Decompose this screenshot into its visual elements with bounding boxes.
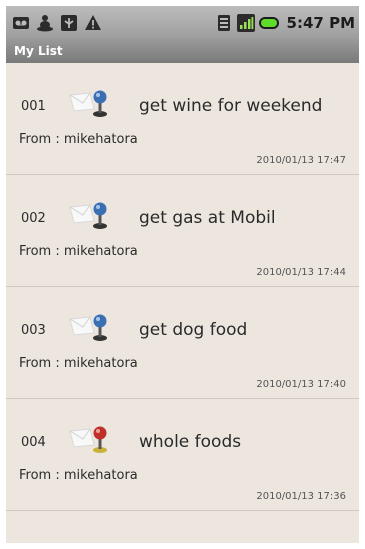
item-timestamp: 2010/01/13 17:47 [256,155,346,166]
signal-icon [236,13,255,32]
envelope-pin-icon [69,90,107,117]
todo-list: 001 get wine for weekend From : mikehato… [6,63,359,511]
item-from: From : mikehatora [19,244,138,259]
sim-icon [217,14,230,31]
item-title: whole foods [139,432,242,452]
status-bar: 5:47 PM [6,6,359,39]
usb-debug-icon [61,14,77,31]
item-from: From : mikehatora [19,468,138,483]
item-title: get wine for weekend [139,96,323,116]
item-title: get dog food [139,320,248,340]
item-timestamp: 2010/01/13 17:40 [256,379,346,390]
list-item[interactable]: 001 get wine for weekend From : mikehato… [6,63,359,175]
item-timestamp: 2010/01/13 17:36 [256,491,346,502]
page-title: My List [14,44,63,58]
voicemail-icon [13,16,29,29]
envelope-pin-icon [69,202,107,229]
warning-icon [85,14,101,30]
battery-icon [258,16,279,29]
usb-person-icon [37,14,53,31]
envelope-pin-icon [69,426,107,453]
phone-screen: 5:47 PM My List 001 get wine for weekend… [6,6,359,543]
item-number: 003 [21,323,46,338]
item-timestamp: 2010/01/13 17:44 [256,267,346,278]
item-number: 002 [21,211,46,226]
envelope-pin-icon [69,314,107,341]
item-number: 004 [21,435,46,450]
item-from: From : mikehatora [19,132,138,147]
item-from: From : mikehatora [19,356,138,371]
list-item[interactable]: 002 get gas at Mobil From : mikehatora 2… [6,175,359,287]
list-item[interactable]: 004 whole foods From : mikehatora 2010/0… [6,399,359,511]
item-title: get gas at Mobil [139,208,276,228]
item-number: 001 [21,99,46,114]
app-title-bar: My List [6,39,359,63]
status-clock: 5:47 PM [286,13,355,32]
list-item[interactable]: 003 get dog food From : mikehatora 2010/… [6,287,359,399]
